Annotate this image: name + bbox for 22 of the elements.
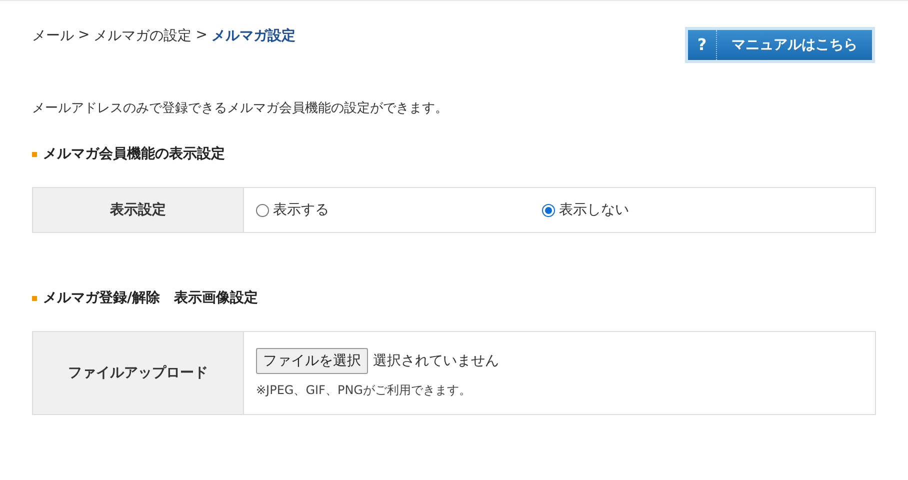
breadcrumb-separator: > — [78, 27, 90, 45]
row-label: 表示設定 — [33, 188, 244, 232]
choose-file-button[interactable]: ファイルを選択 — [256, 348, 368, 374]
radio-option[interactable]: 表示する — [256, 201, 542, 219]
radio-label: 表示しない — [559, 201, 629, 219]
bullet-icon — [32, 152, 37, 156]
bullet-icon — [32, 296, 37, 300]
breadcrumb-separator: > — [196, 27, 208, 45]
breadcrumb-link[interactable]: メルマガの設定 — [94, 27, 192, 45]
breadcrumb-current: メルマガ設定 — [211, 27, 296, 45]
radio-button[interactable] — [542, 204, 555, 216]
section-title: メルマガ会員機能の表示設定 — [43, 145, 225, 163]
file-status-text: 選択されていません — [373, 352, 499, 370]
manual-button[interactable]: ? マニュアルはこちら — [685, 27, 875, 63]
radio-button[interactable] — [256, 204, 269, 216]
row-label: ファイルアップロード — [33, 332, 244, 414]
radio-option[interactable]: 表示しない — [542, 201, 828, 219]
breadcrumb-link[interactable]: メール — [32, 27, 74, 45]
section-title: メルマガ登録/解除 表示画像設定 — [43, 289, 258, 307]
radio-label: 表示する — [273, 201, 329, 219]
description-text: メールアドレスのみで登録できるメルマガ会員機能の設定ができます。 — [32, 100, 449, 117]
note-text: ※JPEG、GIF、PNGがご利用できます。 — [256, 382, 472, 398]
